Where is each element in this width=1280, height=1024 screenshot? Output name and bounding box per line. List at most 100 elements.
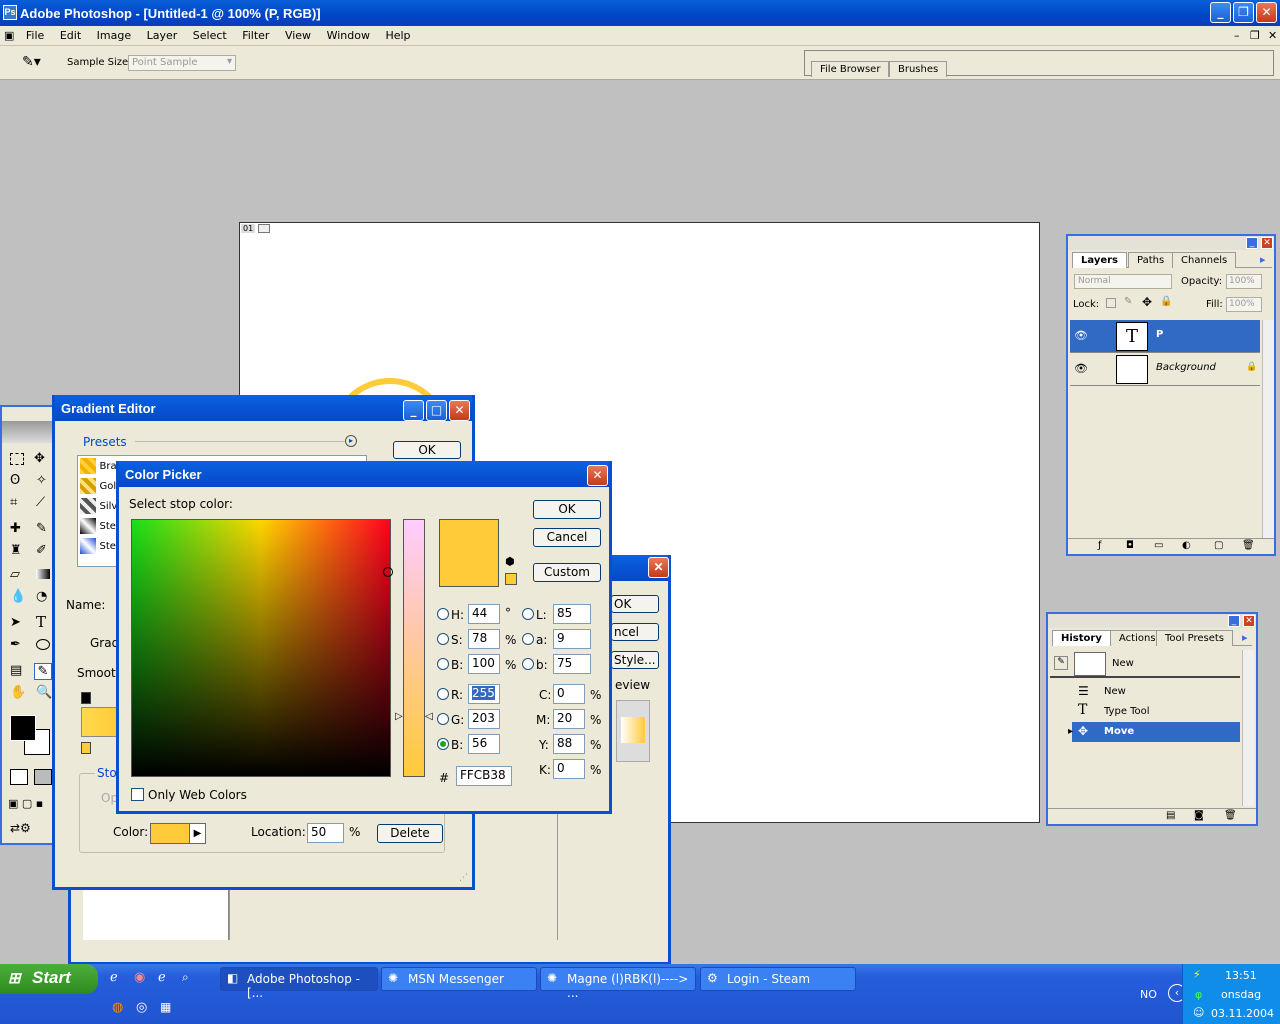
color-picker-cancel-button[interactable]: Cancel bbox=[533, 528, 601, 547]
fill-field[interactable]: 100% bbox=[1226, 297, 1262, 312]
menu-filter[interactable]: Filter bbox=[236, 26, 275, 42]
jump-to-imageready-icon[interactable]: ⇄⚙ bbox=[10, 821, 31, 835]
tab-tool-presets[interactable]: Tool Presets bbox=[1156, 630, 1233, 646]
color-picker-close-button[interactable]: ✕ bbox=[587, 465, 608, 486]
language-indicator[interactable]: NO bbox=[1140, 988, 1157, 1001]
lock-brush-icon[interactable]: ✎ bbox=[1124, 296, 1132, 307]
eyedropper-tool-icon[interactable]: ✎▾ bbox=[22, 54, 41, 70]
menu-image[interactable]: Image bbox=[91, 26, 137, 42]
new-snapshot-icon[interactable]: ◙ bbox=[1194, 810, 1204, 821]
adjustment-layer-icon[interactable]: ◐ bbox=[1182, 540, 1191, 551]
field-lab-b[interactable]: 75 bbox=[553, 654, 591, 674]
history-brush-icon[interactable]: ✐ bbox=[36, 543, 47, 558]
outlook-icon[interactable]: ℯ bbox=[158, 970, 166, 985]
quick-mask-icon[interactable] bbox=[34, 769, 52, 785]
opacity-field[interactable]: 100% bbox=[1226, 274, 1262, 289]
field-m[interactable]: 20 bbox=[553, 709, 585, 729]
panel-menu-arrow-icon[interactable]: ▸ bbox=[1260, 253, 1266, 266]
radio-lab-b[interactable] bbox=[522, 658, 534, 670]
ruler-toggle-icon[interactable] bbox=[258, 224, 270, 233]
notes-tool-icon[interactable]: ▤ bbox=[10, 663, 22, 678]
shape-tool-icon[interactable] bbox=[36, 639, 50, 650]
taskbar-item-photoshop[interactable]: ◧ Adobe Photoshop - [... bbox=[220, 967, 378, 1000]
zoom-tool-icon[interactable]: 🔍 bbox=[36, 685, 52, 700]
field-k[interactable]: 0 bbox=[553, 759, 585, 779]
quicklaunch-icon[interactable]: ◉ bbox=[134, 970, 145, 985]
layers-minimize-button[interactable]: _ bbox=[1246, 237, 1258, 249]
custom-colors-button[interactable]: Custom bbox=[533, 563, 601, 582]
close-button[interactable]: ✕ bbox=[1256, 2, 1277, 23]
photoshop-icon[interactable]: Ps bbox=[3, 5, 17, 20]
lock-transparency-icon[interactable] bbox=[1106, 298, 1116, 308]
taskbar-item-steam[interactable]: ⚙ Login - Steam bbox=[700, 967, 856, 991]
history-scrollbar[interactable] bbox=[1242, 650, 1254, 806]
firefox-icon[interactable]: ◍ bbox=[112, 1000, 123, 1015]
move-tool-icon[interactable]: ✥ bbox=[34, 451, 45, 466]
start-button[interactable]: ⊞ Start bbox=[0, 964, 98, 994]
media-player-icon[interactable]: ◎ bbox=[136, 1000, 147, 1015]
gradient-editor-maximize-button[interactable]: □ bbox=[426, 400, 447, 421]
field-g[interactable]: 203 bbox=[468, 709, 500, 729]
color-stop-marker[interactable] bbox=[81, 742, 91, 754]
field-l[interactable]: 85 bbox=[553, 604, 591, 624]
history-close-button[interactable]: ✕ bbox=[1243, 615, 1255, 627]
radio-blue[interactable] bbox=[437, 738, 449, 750]
menu-window[interactable]: Window bbox=[321, 26, 376, 42]
lock-move-icon[interactable]: ✥ bbox=[1142, 295, 1152, 309]
gamut-cube-icon[interactable]: ⬢ bbox=[505, 555, 515, 568]
history-item-new[interactable]: ☰ New bbox=[1072, 682, 1240, 702]
clock-time[interactable]: 13:51 bbox=[1225, 969, 1257, 982]
field-brightness[interactable]: 100 bbox=[468, 654, 500, 674]
layers-scrollbar[interactable] bbox=[1262, 320, 1274, 538]
trash-icon[interactable]: 🗑 bbox=[1224, 810, 1237, 821]
well-tab-brushes[interactable]: Brushes bbox=[889, 61, 948, 77]
history-minimize-button[interactable]: _ bbox=[1228, 615, 1240, 627]
ie-icon[interactable]: ℯ bbox=[110, 970, 118, 985]
hue-slider[interactable] bbox=[403, 519, 425, 777]
taskbar-item-chat[interactable]: ✺ Magne (l)RBK(l)----> ... bbox=[540, 967, 696, 1000]
visibility-eye-icon[interactable]: 👁 bbox=[1074, 362, 1088, 375]
field-c[interactable]: 0 bbox=[553, 684, 585, 704]
tab-layers[interactable]: Layers bbox=[1072, 252, 1127, 268]
lock-all-icon[interactable]: 🔒 bbox=[1160, 296, 1172, 307]
panel-menu-arrow-icon[interactable]: ▸ bbox=[1242, 631, 1248, 644]
blend-mode-select[interactable]: Normal bbox=[1074, 274, 1172, 289]
tab-channels[interactable]: Channels bbox=[1172, 252, 1237, 268]
history-brush-icon[interactable]: ✎ bbox=[1054, 656, 1068, 670]
radio-a[interactable] bbox=[522, 633, 534, 645]
new-document-from-state-icon[interactable]: ▤ bbox=[1166, 810, 1175, 821]
history-item-move[interactable]: ✥ Move bbox=[1072, 722, 1240, 742]
blur-tool-icon[interactable]: 💧 bbox=[10, 589, 26, 604]
well-tab-file-browser[interactable]: File Browser bbox=[811, 61, 890, 77]
tray-network-icon[interactable]: ⚡ bbox=[1193, 968, 1201, 981]
layer-name[interactable]: Background bbox=[1156, 362, 1216, 373]
field-r[interactable]: 255 bbox=[468, 684, 500, 704]
background-cancel-button[interactable]: ncel bbox=[611, 623, 659, 641]
pen-tool-icon[interactable]: ✒ bbox=[10, 637, 21, 652]
radio-g[interactable] bbox=[437, 713, 449, 725]
type-tool-icon[interactable]: T bbox=[36, 613, 46, 631]
slider-left-arrow-icon[interactable]: ▷ bbox=[395, 711, 403, 722]
standard-mode-icon[interactable] bbox=[10, 769, 28, 785]
gradient-tool-icon[interactable] bbox=[36, 569, 50, 579]
new-style-button[interactable]: Style... bbox=[611, 651, 659, 669]
lasso-tool-icon[interactable]: ʘ bbox=[10, 473, 20, 488]
menu-select[interactable]: Select bbox=[187, 26, 233, 42]
magic-wand-icon[interactable]: ✧ bbox=[36, 473, 47, 488]
menu-layer[interactable]: Layer bbox=[141, 26, 184, 42]
eyedropper-tool-icon[interactable]: ✎ bbox=[34, 663, 52, 680]
doc-minimize-icon[interactable]: – bbox=[1228, 26, 1246, 42]
layer-mask-icon[interactable]: ◘ bbox=[1126, 540, 1134, 551]
field-h[interactable]: 44 bbox=[468, 604, 500, 624]
layer-set-icon[interactable]: ▭ bbox=[1154, 540, 1163, 551]
history-item-type-tool[interactable]: T Type Tool bbox=[1072, 702, 1240, 722]
healing-brush-icon[interactable]: ✚ bbox=[10, 521, 21, 536]
search-icon[interactable]: ⌕ bbox=[182, 970, 189, 985]
hand-tool-icon[interactable]: ✋ bbox=[10, 685, 26, 700]
toolbox-header-logo[interactable] bbox=[2, 421, 54, 443]
tray-messenger-icon[interactable]: φ bbox=[1195, 988, 1202, 1001]
brush-tool-icon[interactable]: ✎ bbox=[36, 521, 47, 536]
delete-stop-button[interactable]: Delete bbox=[377, 824, 443, 843]
history-snapshot-row[interactable]: ✎ New bbox=[1050, 650, 1240, 678]
presets-menu-arrow-icon[interactable]: ▸ bbox=[345, 435, 357, 447]
